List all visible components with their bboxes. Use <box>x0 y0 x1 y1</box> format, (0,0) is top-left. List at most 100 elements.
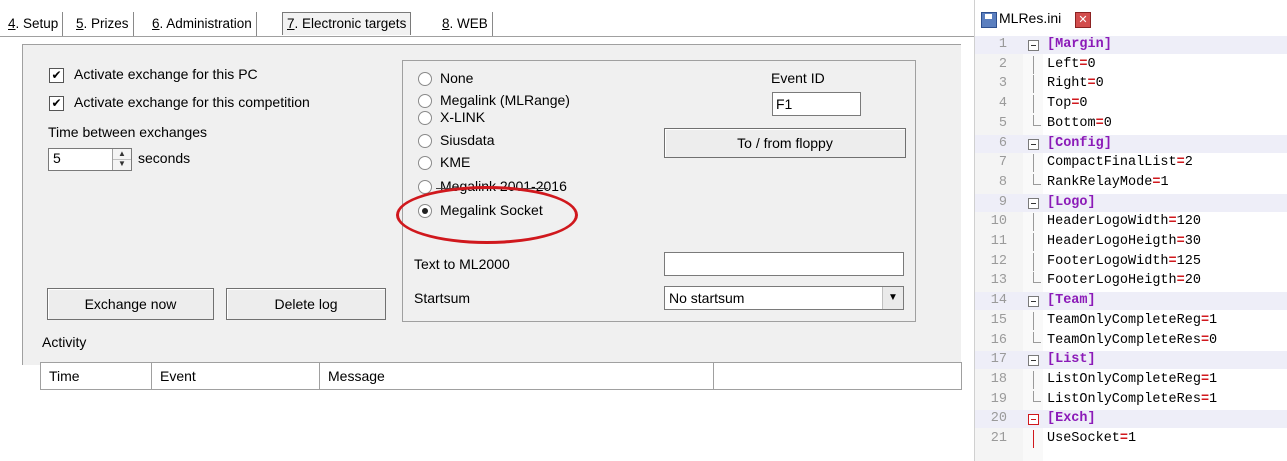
tab-label: . WEB <box>449 16 488 31</box>
ini-key: HeaderLogoHeigth <box>1047 234 1177 249</box>
ini-key: Left <box>1047 56 1080 72</box>
text-to-ml-input[interactable] <box>664 252 904 276</box>
ini-key: FooterLogoWidth <box>1047 253 1169 269</box>
radio-siusdata-label: Siusdata <box>440 132 495 148</box>
tab-administration[interactable]: 6. Administration <box>148 12 257 36</box>
ini-key-line: 15 TeamOnlyCompleteReg=1 <box>975 311 1287 330</box>
ini-section-line: 9 [Logo] <box>975 193 1287 212</box>
fold-toggle-icon[interactable] <box>1028 414 1039 426</box>
ini-value: 0 <box>1087 56 1096 72</box>
exchange-now-button[interactable]: Exchange now <box>47 288 214 320</box>
ini-section: [Margin] <box>1047 37 1112 52</box>
radio-megalink-mlrange-label: Megalink (MLRange) <box>440 92 570 108</box>
radio-xlink[interactable] <box>418 111 432 125</box>
radio-megalink-mlrange[interactable] <box>418 94 432 108</box>
fold-guide <box>1033 331 1041 343</box>
ini-entry: Bottom=0 <box>1047 115 1112 133</box>
column-time[interactable]: Time <box>41 363 152 389</box>
spinner-buttons: ▲ ▼ <box>112 149 131 170</box>
fold-toggle-icon[interactable] <box>1028 197 1039 209</box>
tab-label: . Electronic targets <box>294 16 407 31</box>
ini-key-line: 10 HeaderLogoWidth=120 <box>975 213 1287 232</box>
delete-log-button[interactable]: Delete log <box>226 288 386 320</box>
tab-prizes[interactable]: 5. Prizes <box>72 12 134 36</box>
text-to-ml-label: Text to ML2000 <box>414 256 510 272</box>
ini-section-line: 20 [Exch] <box>975 410 1287 429</box>
fold-guide <box>1033 252 1034 271</box>
ini-value: 1 <box>1209 371 1218 387</box>
ini-editor: MLRes.ini ✕ 1 [Margin] 2 Left=0 3 Right=0 4 Top… <box>974 0 1287 461</box>
activate-competition-label: Activate exchange for this competition <box>74 94 310 110</box>
to-from-floppy-button[interactable]: To / from floppy <box>664 128 906 158</box>
ini-entry: UseSocket=1 <box>1047 430 1136 448</box>
ini-equals: = <box>1168 214 1177 230</box>
ini-key: RankRelayMode <box>1047 174 1153 190</box>
fold-guide <box>1033 272 1041 284</box>
spinner-down-icon[interactable]: ▼ <box>113 159 131 169</box>
ini-equals: = <box>1176 155 1185 171</box>
activity-label: Activity <box>42 334 87 350</box>
radio-siusdata[interactable] <box>418 134 432 148</box>
line-number: 10 <box>990 214 1007 230</box>
ini-key-line: 4 Top=0 <box>975 95 1287 114</box>
startsum-select[interactable]: No startsum ▼ <box>664 286 904 310</box>
time-between-label: Time between exchanges <box>48 124 208 140</box>
ini-equals: = <box>1200 312 1210 328</box>
activate-pc-checkbox[interactable]: ✔ <box>49 68 64 83</box>
ini-section: [List] <box>1047 352 1096 368</box>
ini-value: 1 <box>1209 312 1218 328</box>
line-number: 18 <box>990 371 1007 387</box>
ini-value: 20 <box>1184 273 1201 289</box>
startsum-label: Startsum <box>414 290 471 306</box>
radio-none[interactable] <box>418 72 432 86</box>
line-number: 2 <box>998 56 1007 72</box>
ini-entry: Left=0 <box>1047 56 1096 74</box>
ini-equals: = <box>1176 273 1185 289</box>
fold-guide <box>1033 55 1034 74</box>
fold-toggle-icon[interactable] <box>1028 355 1039 367</box>
activate-competition-checkbox[interactable]: ✔ <box>49 96 64 111</box>
ini-value: 0 <box>1209 332 1218 348</box>
editor-tab[interactable]: MLRes.ini ✕ <box>977 4 1107 32</box>
tab-setup[interactable]: 4. Setup <box>4 12 64 36</box>
ini-entry: ListOnlyCompleteRes=1 <box>1047 391 1217 409</box>
ini-key-line: 19 ListOnlyCompleteRes=1 <box>975 390 1287 409</box>
radio-kme-label: KME <box>440 154 471 170</box>
tab-electronic-targets[interactable]: 7. Electronic targets <box>282 12 412 35</box>
tab-label: . Administration <box>159 16 252 31</box>
close-icon[interactable]: ✕ <box>1075 12 1091 28</box>
ini-key: ListOnlyCompleteReg <box>1047 371 1201 387</box>
radio-kme[interactable] <box>418 156 432 170</box>
tab-num: 4 <box>8 16 16 31</box>
ini-equals: = <box>1200 391 1210 407</box>
fold-toggle-icon[interactable] <box>1028 138 1039 150</box>
ini-key: ListOnlyCompleteRes <box>1047 391 1201 407</box>
fold-toggle-icon[interactable] <box>1028 40 1039 51</box>
time-spinner[interactable]: 5 ▲ ▼ <box>48 148 132 171</box>
editor-body[interactable]: 1 [Margin] 2 Left=0 3 Right=0 4 Top=0 5 Bottom=0 6… <box>975 36 1287 461</box>
column-message[interactable]: Message <box>320 363 714 389</box>
startsum-value: No startsum <box>669 290 745 306</box>
tab-web[interactable]: 8. WEB <box>438 12 493 36</box>
ini-key: UseSocket <box>1047 431 1120 446</box>
activity-grid[interactable]: Time Event Message <box>40 362 962 390</box>
line-number: 13 <box>990 273 1007 289</box>
ini-key: Bottom <box>1047 115 1096 131</box>
radio-none-label: None <box>440 70 474 86</box>
ini-section-line: 6 [Config] <box>975 134 1287 153</box>
line-number: 7 <box>998 155 1007 171</box>
column-event[interactable]: Event <box>152 363 320 389</box>
ini-entry: TeamOnlyCompleteReg=1 <box>1047 312 1217 330</box>
ini-equals: = <box>1087 76 1096 92</box>
chevron-down-icon[interactable]: ▼ <box>882 287 903 309</box>
event-id-input[interactable]: F1 <box>772 92 861 116</box>
line-number: 5 <box>998 115 1007 131</box>
tab-num: 5 <box>76 16 84 31</box>
fold-toggle-icon[interactable] <box>1028 296 1039 308</box>
fold-guide <box>1033 233 1034 251</box>
ini-value: 1 <box>1160 174 1169 190</box>
line-number: 16 <box>990 332 1007 348</box>
ini-equals: = <box>1168 253 1177 269</box>
ini-key: FooterLogoHeigth <box>1047 273 1177 289</box>
fold-guide <box>1033 173 1041 185</box>
